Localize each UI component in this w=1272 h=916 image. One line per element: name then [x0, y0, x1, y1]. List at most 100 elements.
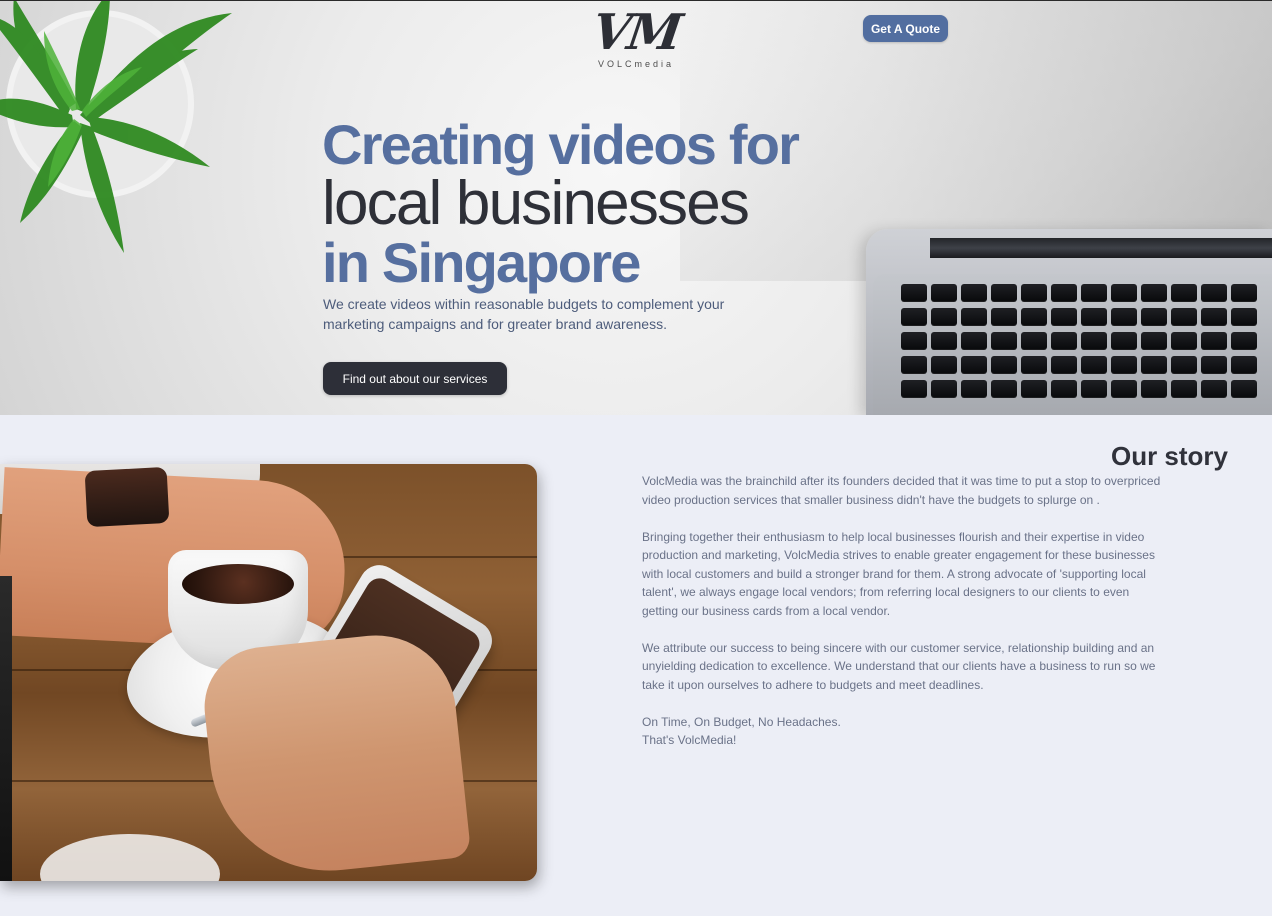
story-paragraph-3-line-2: unyielding dedication to excellence. We … [642, 659, 1156, 673]
keyboard-row [901, 356, 1257, 374]
keyboard-key [1081, 356, 1107, 374]
keyboard-key [961, 380, 987, 398]
laptop-image [866, 229, 1272, 415]
keyboard-key [991, 356, 1017, 374]
keyboard-key [1141, 308, 1167, 326]
story-paragraph-3-line-3: take it upon ourselves to adhere to budg… [642, 677, 984, 692]
story-paragraph-2-line-4: talent', we always engage local vendors;… [642, 585, 1130, 599]
story-paragraph-3: We attribute our success to being sincer… [642, 639, 1202, 695]
services-button[interactable]: Find out about our services [323, 362, 507, 395]
hero-headline-line-3: in Singapore [322, 231, 641, 295]
right-hand [198, 627, 472, 881]
keyboard-key [1021, 356, 1047, 374]
keyboard-key [931, 308, 957, 326]
keyboard-key [1171, 332, 1197, 350]
keyboard-row [901, 380, 1257, 398]
keyboard-key [1141, 332, 1167, 350]
keyboard-key [991, 380, 1017, 398]
keyboard-key [1021, 284, 1047, 302]
keyboard-key [1231, 356, 1257, 374]
story-paragraph-2-line-2: production and marketing, VolcMedia stri… [642, 548, 1155, 562]
keyboard-key [1231, 332, 1257, 350]
hero-subcopy: We create videos within reasonable budge… [323, 294, 753, 334]
story-title: Our story [1110, 440, 1228, 471]
hero-headline-line-1: Creating videos for [322, 113, 800, 177]
keyboard-key [1081, 308, 1107, 326]
coffee [182, 564, 294, 604]
keyboard-key [1051, 380, 1077, 398]
keyboard-key [901, 332, 927, 350]
laptop-hinge [930, 238, 1272, 258]
hero-section: VM VOLCmedia Get A Quote Creating videos… [0, 0, 1272, 415]
hero-headline: Creating videos for local businesses in … [322, 116, 882, 292]
keyboard-key [1201, 308, 1227, 326]
keyboard-key [961, 284, 987, 302]
keyboard-key [991, 284, 1017, 302]
keyboard-row [901, 332, 1257, 350]
keyboard-key [1141, 356, 1167, 374]
story-paragraph-2-line-1: Bringing together their enthusiasm to he… [642, 529, 1145, 544]
hero-subcopy-line-2: marketing campaigns and for greater bran… [323, 316, 667, 332]
keyboard-key [901, 308, 927, 326]
keyboard-key [931, 284, 957, 302]
keyboard-key [1021, 332, 1047, 350]
story-paragraph-1: VolcMedia was the brainchild after its f… [642, 472, 1202, 509]
plant-image [0, 1, 232, 253]
keyboard-key [931, 380, 957, 398]
keyboard-key [1081, 332, 1107, 350]
story-section: Our story VolcMedia was the brainchild a… [0, 415, 1272, 916]
keyboard-key [1171, 380, 1197, 398]
knee [40, 834, 220, 881]
keyboard-key [1141, 380, 1167, 398]
keyboard-key [1141, 284, 1167, 302]
keyboard-key [1111, 284, 1137, 302]
keyboard-key [1171, 284, 1197, 302]
keyboard-key [1111, 380, 1137, 398]
keyboard-key [931, 332, 957, 350]
keyboard-key [1201, 356, 1227, 374]
keyboard-key [991, 308, 1017, 326]
story-closing-line-2: That's VolcMedia! [642, 733, 737, 747]
keyboard-key [961, 356, 987, 374]
get-a-quote-button[interactable]: Get A Quote [863, 15, 948, 42]
story-paragraph-2-line-5: getting our business cards from a local … [642, 603, 891, 618]
keyboard-row [901, 308, 1257, 326]
story-paragraph-3-line-1: We attribute our success to being sincer… [642, 640, 1155, 655]
keyboard-key [1111, 356, 1137, 374]
keyboard-key [1201, 332, 1227, 350]
keyboard-key [1171, 356, 1197, 374]
watch [84, 466, 170, 528]
keyboard-key [901, 380, 927, 398]
keyboard-key [931, 356, 957, 374]
keyboard-key [1021, 380, 1047, 398]
photo-left-edge [0, 576, 12, 881]
story-photo [0, 464, 537, 881]
keyboard-key [961, 332, 987, 350]
keyboard-key [1171, 308, 1197, 326]
hero-subcopy-line-1: We create videos within reasonable budge… [323, 296, 725, 312]
keyboard-key [1051, 332, 1077, 350]
story-paragraph-2-line-3: with local customers and build a stronge… [642, 566, 1146, 581]
keyboard-key [1021, 308, 1047, 326]
keyboard-key [1081, 284, 1107, 302]
keyboard-key [991, 332, 1017, 350]
keyboard-key [1231, 308, 1257, 326]
logo[interactable]: VM VOLCmedia [589, 3, 683, 74]
story-paragraph-1-line-1: VolcMedia was the brainchild after its f… [642, 474, 1161, 488]
keyboard-key [1201, 380, 1227, 398]
keyboard-key [1201, 284, 1227, 302]
keyboard-key [901, 356, 927, 374]
hero-headline-line-2: local businesses [322, 169, 750, 239]
keyboard-key [1051, 308, 1077, 326]
laptop-keyboard [873, 274, 1272, 415]
keyboard-row [901, 284, 1257, 302]
keyboard-key [901, 284, 927, 302]
story-closing: On Time, On Budget, No Headaches. That's… [642, 713, 1202, 750]
keyboard-key [1231, 380, 1257, 398]
story-copy: VolcMedia was the brainchild after its f… [642, 472, 1202, 750]
keyboard-key [1231, 284, 1257, 302]
logo-mark: VM [588, 3, 684, 61]
keyboard-key [1111, 308, 1137, 326]
keyboard-key [1111, 332, 1137, 350]
keyboard-key [1081, 380, 1107, 398]
